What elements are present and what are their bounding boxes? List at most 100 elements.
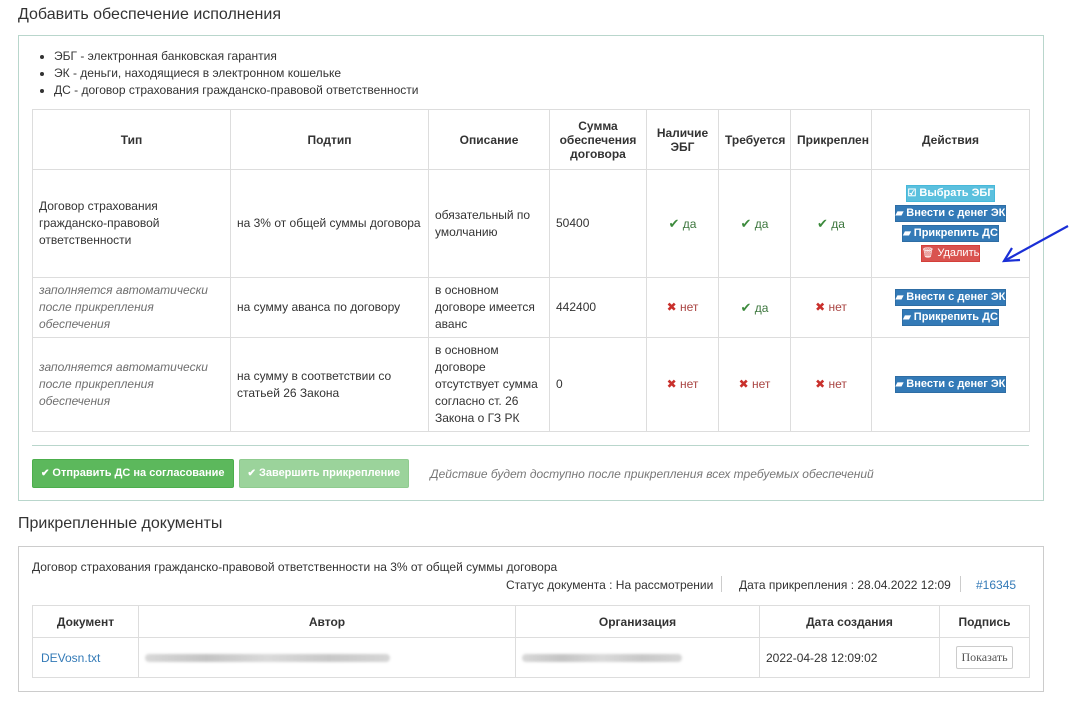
cell-created: 2022-04-28 12:09:02 [759,637,940,678]
annotation-arrow-icon [1001,225,1069,263]
cell-description: обязательный по умолчанию [428,169,550,278]
button-label: Отправить ДС на согласование [52,467,225,479]
header-document: Документ [32,605,139,638]
cell-actions: ▰ Внести с денег ЭК ▰ Прикрепить ДС [871,277,1030,338]
status-text: нет [828,300,847,314]
finish-attachment-button[interactable]: ✔ Завершить прикрепление [238,459,410,488]
attach-ds-button[interactable]: ▰ Прикрепить ДС [902,225,999,242]
check-icon: ✔ [247,468,256,479]
abbreviation-legend: ЭБГ - электронная банковская гарантия ЭК… [36,48,418,99]
attach-ds-button[interactable]: ▰ Прикрепить ДС [902,309,999,326]
button-label: Прикрепить ДС [913,227,998,239]
cell-required: ✔ да [718,277,791,338]
action-hint: Действие будет доступно после прикреплен… [430,466,874,481]
folder-open-icon: ▰ [895,379,904,390]
status-text: да [682,216,697,231]
cross-icon: ✖ [815,377,826,391]
section-title-add-security: Добавить обеспечение исполнения [18,6,281,23]
section-title-attached-docs: Прикрепленные документы [18,515,223,532]
header-subtype: Подтип [230,109,429,170]
show-signature-button[interactable]: Показать [956,646,1013,669]
status-text: нет [828,377,847,391]
table-row: DEVosn.txt 2022-04-28 12:09:02 Показать [32,637,1030,678]
cross-icon: ✖ [666,300,677,314]
cell-document: DEVosn.txt [32,637,139,678]
button-label: Внести с денег ЭК [906,378,1006,390]
cell-type: Договор страхования гражданско-правовой … [32,169,231,278]
folder-open-icon: ▰ [895,208,904,219]
checkbox-icon: ☑ [907,188,917,199]
legend-item: ЭБГ - электронная банковская гарантия [54,48,418,65]
delete-button[interactable]: 🗑 Удалить [920,245,981,262]
cell-organization [515,637,760,678]
header-author: Автор [138,605,516,638]
header-signature: Подпись [939,605,1030,638]
folder-open-icon: ▰ [903,228,911,239]
header-type: Тип [32,109,231,170]
redacted-author [145,653,390,662]
button-label: Удалить [937,247,980,259]
deposit-ek-button[interactable]: ▰ Внести с денег ЭК [894,289,1007,306]
button-label: Выбрать ЭБГ [919,187,994,199]
cell-author [138,637,516,678]
cell-required: ✔ да [718,169,791,278]
cell-has-ebg: ✔ да [646,169,719,278]
cell-signature: Показать [939,637,1030,678]
meta-divider [960,576,961,592]
cell-amount: 442400 [549,277,647,338]
legend-item: ДС - договор страхования гражданско-прав… [54,82,418,99]
table-row: Договор страхования гражданско-правовой … [32,169,1030,278]
cell-attached: ✔ да [790,169,872,278]
panel-divider [32,445,1029,446]
status-text: да [754,300,769,315]
cell-description: в основном договоре отсутствует сумма со… [428,337,550,432]
cell-attached: ✖ нет [790,337,872,432]
check-icon: ✔ [740,299,752,315]
redacted-organization [522,653,682,662]
attach-date: Дата прикрепления : 28.04.2022 12:09 [739,578,951,592]
cell-attached: ✖ нет [790,277,872,338]
status-text: нет [680,377,699,391]
table-row: заполняется автоматически после прикрепл… [32,337,1030,432]
meta-divider [721,576,722,592]
check-icon: ✔ [740,215,752,231]
status-text: да [831,216,845,231]
status-text: нет [680,300,699,314]
cell-description: в основном договоре имеется аванс [428,277,550,338]
header-created: Дата создания [759,605,940,638]
check-icon: ✔ [817,215,828,231]
button-label: Внести с денег ЭК [906,291,1006,303]
deposit-ek-button[interactable]: ▰ Внести с денег ЭК [894,205,1007,222]
document-status: Статус документа : На рассмотрении [506,578,714,592]
cell-has-ebg: ✖ нет [646,337,719,432]
cell-required: ✖ нет [718,337,791,432]
cell-subtype: на сумму аванса по договору [230,277,429,338]
send-ds-for-approval-button[interactable]: ✔ Отправить ДС на согласование [32,459,234,488]
button-label: Завершить прикрепление [258,467,401,479]
header-actions: Действия [871,109,1030,170]
cell-type: заполняется автоматически после прикрепл… [32,277,231,338]
attached-documents-table: Документ Автор Организация Дата создания… [32,605,1030,678]
status-text: да [754,216,769,231]
document-file-link[interactable]: DEVosn.txt [41,651,100,665]
cell-actions: ▰ Внести с денег ЭК [871,337,1030,432]
header-amount: Сумма обеспечения договора [549,109,647,170]
choose-ebg-button[interactable]: ☑ Выбрать ЭБГ [906,185,995,202]
document-id-link[interactable]: #16345 [976,578,1016,592]
trash-icon: 🗑 [921,248,935,259]
cell-type: заполняется автоматически после прикрепл… [32,337,231,432]
header-required: Требуется [718,109,791,170]
bottom-action-bar: ✔ Отправить ДС на согласование ✔ Завершить… [32,459,874,488]
header-has-ebg: Наличие ЭБГ [646,109,719,170]
cell-amount: 0 [549,337,647,432]
header-description: Описание [428,109,550,170]
folder-open-icon: ▰ [903,312,911,323]
security-requirements-table: Тип Подтип Описание Сумма обеспечения до… [32,109,1030,432]
header-organization: Организация [515,605,760,638]
status-text: нет [752,377,771,391]
cross-icon: ✖ [666,377,677,391]
folder-open-icon: ▰ [895,292,904,303]
check-icon: ✔ [41,468,50,479]
deposit-ek-button[interactable]: ▰ Внести с денег ЭК [894,376,1007,393]
cell-has-ebg: ✖ нет [646,277,719,338]
